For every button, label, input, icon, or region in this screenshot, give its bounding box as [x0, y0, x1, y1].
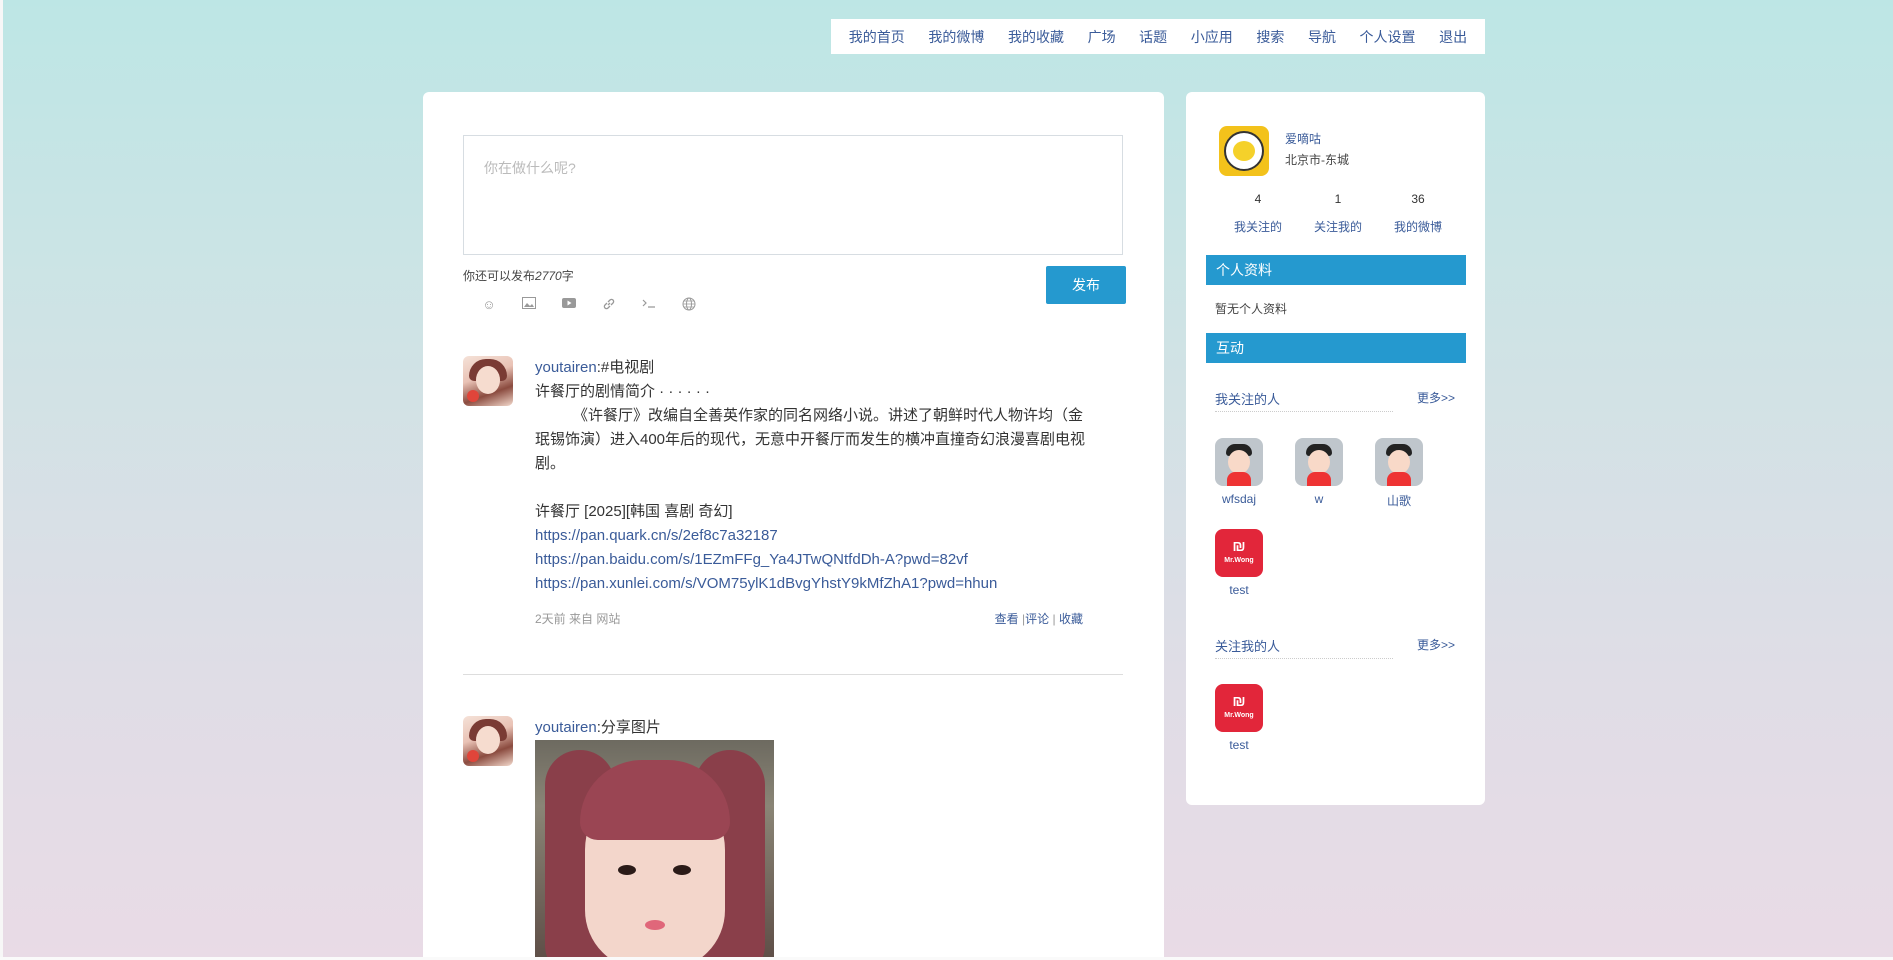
followers-title: 关注我的人 [1215, 639, 1281, 654]
stat-value: 36 [1411, 192, 1425, 206]
post-username[interactable]: youtairen [535, 359, 597, 376]
following-user[interactable]: 山歌 [1364, 438, 1434, 509]
following-user-name: test [1229, 583, 1249, 597]
followers-divider [1215, 658, 1393, 659]
stat-posts: 36 我的微博 [1378, 192, 1458, 235]
globe-icon[interactable] [681, 297, 697, 313]
post-subtitle: 许餐厅的剧情简介 · · · · · · [535, 383, 710, 400]
post-body: youtairen:分享图片 [535, 716, 1095, 740]
post-item: youtairen:分享图片 [463, 716, 1123, 957]
following-title: 我关注的人 [1215, 392, 1281, 407]
nav-settings[interactable]: 个人设置 [1360, 27, 1416, 47]
post-image[interactable] [535, 740, 774, 957]
video-icon[interactable] [561, 297, 577, 313]
profile-location: 北京市-东城 [1285, 153, 1349, 167]
post-body: youtairen:#电视剧 许餐厅的剧情简介 · · · · · · 《许餐厅… [535, 356, 1095, 596]
nav-navigation[interactable]: 导航 [1308, 27, 1336, 47]
post-item: youtairen:#电视剧 许餐厅的剧情简介 · · · · · · 《许餐厅… [463, 356, 1123, 656]
nav-home[interactable]: 我的首页 [849, 27, 905, 47]
counter-value: 2770 [535, 269, 562, 283]
action-separator: | [1052, 612, 1056, 626]
image-icon[interactable] [521, 297, 537, 313]
profile-section-header: 个人资料 [1206, 255, 1466, 285]
publish-button[interactable]: 发布 [1046, 266, 1126, 304]
main-panel: 你还可以发布2770字 ☺ 发布 [423, 92, 1164, 957]
following-user[interactable]: ₪ Mr.Wong test [1204, 529, 1274, 597]
link-icon[interactable] [601, 297, 617, 313]
stat-value: 1 [1334, 192, 1342, 206]
post-link-xunlei[interactable]: https://pan.xunlei.com/s/VOM75ylK1dBvgYh… [535, 572, 1095, 596]
nav-topics[interactable]: 话题 [1139, 27, 1167, 47]
badge-text: Mr.Wong [1224, 557, 1254, 564]
comment-link[interactable]: 评论 [1025, 612, 1049, 626]
top-nav: 我的首页 我的微博 我的收藏 广场 话题 小应用 搜索 导航 个人设置 退出 [831, 19, 1485, 54]
post-username[interactable]: youtairen [535, 719, 597, 736]
post-divider [463, 674, 1123, 675]
terminal-icon[interactable] [641, 297, 657, 313]
stat-label[interactable]: 我关注的 [1218, 218, 1298, 235]
profile-empty-text: 暂无个人资料 [1215, 302, 1288, 316]
follower-user-name: test [1229, 738, 1249, 752]
stat-followers: 1 关注我的 [1298, 192, 1378, 235]
post-meta: 2天前 来自 网站 [535, 612, 621, 626]
user-avatar: ₪ Mr.Wong [1215, 529, 1263, 577]
follower-user[interactable]: ₪ Mr.Wong test [1204, 684, 1274, 752]
interact-section-header: 互动 [1206, 333, 1466, 363]
stat-value: 4 [1254, 192, 1262, 206]
smile-icon[interactable]: ☺ [481, 297, 497, 313]
post-title-line: 许餐厅 [2025][韩国 喜剧 奇幻] [535, 503, 733, 520]
post-topic: #电视剧 [600, 359, 655, 376]
nav-favorites[interactable]: 我的收藏 [1008, 27, 1064, 47]
stat-label[interactable]: 我的微博 [1378, 218, 1458, 235]
post-actions: 查看 |评论 | 收藏 [995, 610, 1083, 627]
user-avatar [1375, 438, 1423, 486]
followers-more-link[interactable]: 更多>> [1417, 636, 1455, 653]
stat-label[interactable]: 关注我的 [1298, 218, 1378, 235]
nav-square[interactable]: 广场 [1088, 27, 1116, 47]
sidebar: 爱嘀咕 北京市-东城 4 我关注的 1 关注我的 36 我的微博 个人资料 暂无… [1186, 92, 1485, 805]
post-text: 分享图片 [600, 719, 661, 736]
left-edge [0, 0, 3, 960]
user-avatar: ₪ Mr.Wong [1215, 684, 1263, 732]
composer-input[interactable] [464, 136, 1122, 254]
following-user-name: w [1314, 492, 1324, 506]
user-avatar [1215, 438, 1263, 486]
following-user[interactable]: wfsdaj [1204, 438, 1274, 506]
nav-apps[interactable]: 小应用 [1191, 27, 1233, 47]
post-link-quark[interactable]: https://pan.quark.cn/s/2ef8c7a32187 [535, 524, 1095, 548]
following-more-link[interactable]: 更多>> [1417, 389, 1455, 406]
post-link-baidu[interactable]: https://pan.baidu.com/s/1EZmFFg_Ya4JTwQN… [535, 548, 1095, 572]
composer-toolbar: ☺ [481, 297, 697, 313]
following-user-name: wfsdaj [1221, 492, 1256, 506]
profile-avatar[interactable] [1219, 126, 1269, 176]
following-user[interactable]: w [1284, 438, 1354, 506]
stat-following: 4 我关注的 [1218, 192, 1298, 235]
page-background: 我的首页 我的微博 我的收藏 广场 话题 小应用 搜索 导航 个人设置 退出 你… [3, 0, 1893, 957]
post-header: youtairen:#电视剧 [535, 356, 1095, 380]
counter-suffix: 字 [561, 269, 574, 283]
nav-search[interactable]: 搜索 [1256, 27, 1284, 47]
user-avatar [1295, 438, 1343, 486]
view-link[interactable]: 查看 [995, 612, 1019, 626]
composer-box [463, 135, 1123, 255]
following-divider [1215, 411, 1393, 412]
char-counter: 你还可以发布2770字 [463, 267, 574, 284]
post-paragraph: 《许餐厅》改编自全善英作家的同名网络小说。讲述了朝鲜时代人物许均（金珉锡饰演）进… [535, 407, 1086, 472]
following-user-name: 山歌 [1386, 494, 1411, 508]
user-avatar[interactable] [463, 356, 513, 406]
nav-logout[interactable]: 退出 [1439, 27, 1467, 47]
counter-prefix: 你还可以发布 [463, 269, 536, 283]
profile-username[interactable]: 爱嘀咕 [1285, 130, 1321, 147]
badge-text: Mr.Wong [1224, 712, 1254, 719]
favorite-link[interactable]: 收藏 [1059, 612, 1083, 626]
nav-my-weibo[interactable]: 我的微博 [928, 27, 984, 47]
user-avatar[interactable] [463, 716, 513, 766]
